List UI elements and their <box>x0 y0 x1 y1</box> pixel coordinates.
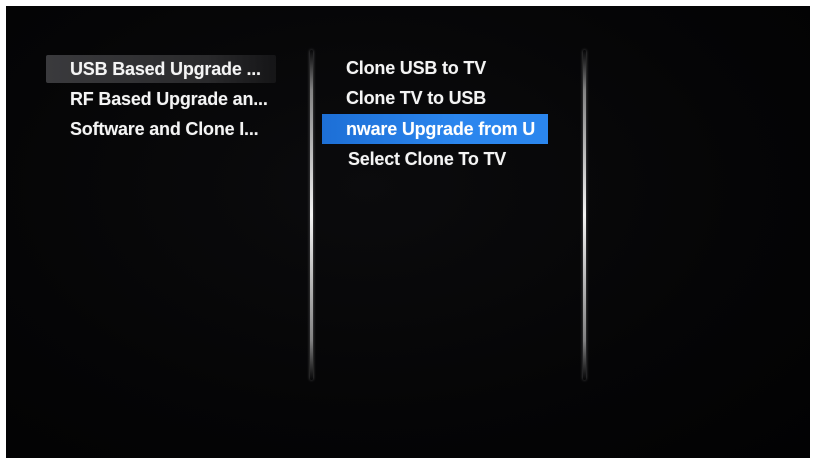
menu-item-usb-based-upgrade[interactable]: USB Based Upgrade ... <box>46 55 276 83</box>
submenu-item-firmware-upgrade-from-usb[interactable]: nware Upgrade from U <box>322 114 548 144</box>
menu-item-rf-based-upgrade[interactable]: RF Based Upgrade an... <box>46 85 276 113</box>
column-divider-left <box>310 50 313 380</box>
menu-item-software-and-clone-info[interactable]: Software and Clone I... <box>46 115 276 143</box>
menu-item-label: Software and Clone I... <box>70 119 259 139</box>
submenu-item-label: Clone TV to USB <box>346 88 486 108</box>
submenu-item-clone-tv-to-usb[interactable]: Clone TV to USB <box>346 84 556 112</box>
menu-item-label: RF Based Upgrade an... <box>70 89 268 109</box>
column-divider-right <box>583 50 586 380</box>
submenu-item-label: Clone USB to TV <box>346 58 486 78</box>
submenu-item-select-clone-to-tv[interactable]: Select Clone To TV <box>348 145 558 173</box>
submenu-item-label: nware Upgrade from U <box>346 119 536 139</box>
submenu-item-clone-usb-to-tv[interactable]: Clone USB to TV <box>346 54 556 82</box>
submenu-item-label: Select Clone To TV <box>348 149 507 169</box>
tv-screen: USB Based Upgrade ... RF Based Upgrade a… <box>6 6 810 458</box>
menu-item-label: USB Based Upgrade ... <box>70 59 261 79</box>
